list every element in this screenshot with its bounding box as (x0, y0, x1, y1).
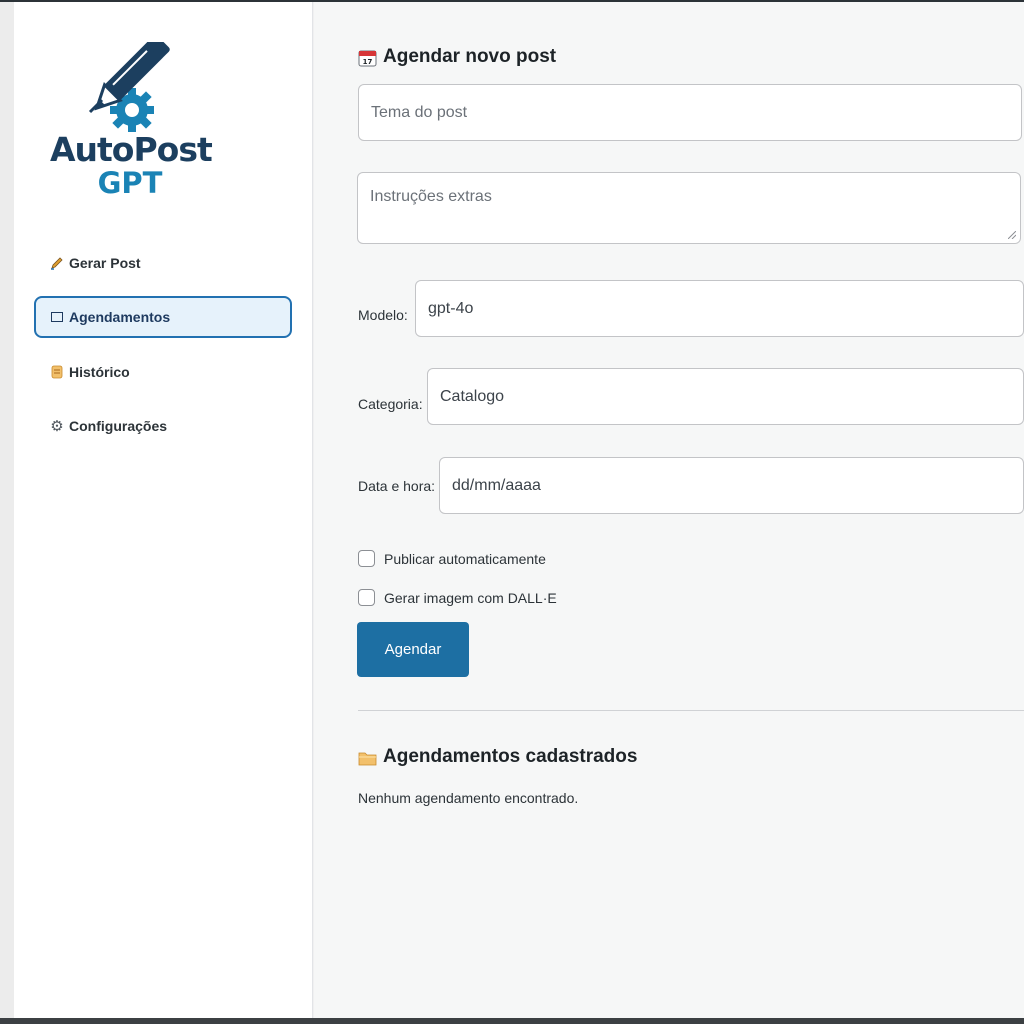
nav-label: Gerar Post (69, 255, 141, 271)
svg-text:17: 17 (363, 58, 373, 66)
left-edge-strip (0, 2, 14, 1018)
taskbar-edge (0, 1018, 1024, 1024)
model-select[interactable]: gpt-4o (415, 280, 1024, 337)
window-icon (49, 312, 65, 322)
brand-subtitle: GPT (97, 166, 163, 200)
dalle-row: Gerar imagem com DALL·E (358, 589, 557, 606)
nav-item-gerar-post[interactable]: Gerar Post (34, 242, 292, 284)
empty-state-text: Nenhum agendamento encontrado. (358, 790, 579, 806)
schedule-form-title: 17 Agendar novo post (358, 46, 556, 68)
dalle-checkbox[interactable] (358, 589, 375, 606)
nav-item-configuracoes[interactable]: ⚙ Configurações (34, 405, 292, 447)
schedule-button[interactable]: Agendar (357, 622, 469, 677)
category-label: Categoria: (358, 396, 423, 412)
calendar-icon: 17 (358, 48, 377, 67)
gear-icon: ⚙ (50, 418, 64, 435)
model-label: Modelo: (358, 307, 408, 323)
auto-publish-checkbox[interactable] (358, 550, 375, 567)
category-value: Catalogo (440, 387, 505, 405)
datetime-input[interactable]: dd/mm/aaaa (439, 457, 1024, 514)
topic-placeholder: Tema do post (371, 103, 468, 121)
dalle-label: Gerar imagem com DALL·E (384, 589, 557, 606)
instructions-placeholder: Instruções extras (370, 188, 492, 205)
scroll-icon (49, 365, 65, 379)
model-value: gpt-4o (428, 299, 474, 317)
divider (358, 710, 1024, 711)
schedules-list-title: Agendamentos cadastrados (358, 746, 637, 768)
category-select[interactable]: Catalogo (427, 368, 1024, 425)
main-content: 17 Agendar novo post Tema do post Instru… (314, 2, 1024, 1018)
schedules-list-title-text: Agendamentos cadastrados (383, 746, 638, 767)
pencil-icon (49, 256, 65, 270)
topic-input[interactable]: Tema do post (358, 84, 1022, 141)
datetime-value: dd/mm/aaaa (452, 476, 541, 494)
nav-label: Agendamentos (69, 309, 171, 325)
brand-name: AutoPost (50, 130, 213, 169)
instructions-textarea[interactable]: Instruções extras (357, 172, 1021, 244)
folder-icon (358, 749, 377, 766)
nav-item-agendamentos[interactable]: Agendamentos (34, 296, 292, 338)
nav-label: Histórico (69, 364, 130, 380)
sidebar: AutoPost GPT Gerar Post Agendamentos His… (14, 2, 313, 1018)
nav-label: Configurações (69, 418, 168, 434)
nav-item-historico[interactable]: Histórico (34, 351, 292, 393)
schedule-form-title-text: Agendar novo post (383, 46, 557, 67)
resize-handle-icon[interactable] (1008, 231, 1016, 239)
auto-publish-row: Publicar automaticamente (358, 550, 546, 567)
auto-publish-label: Publicar automaticamente (384, 550, 546, 567)
datetime-label: Data e hora: (358, 478, 436, 494)
